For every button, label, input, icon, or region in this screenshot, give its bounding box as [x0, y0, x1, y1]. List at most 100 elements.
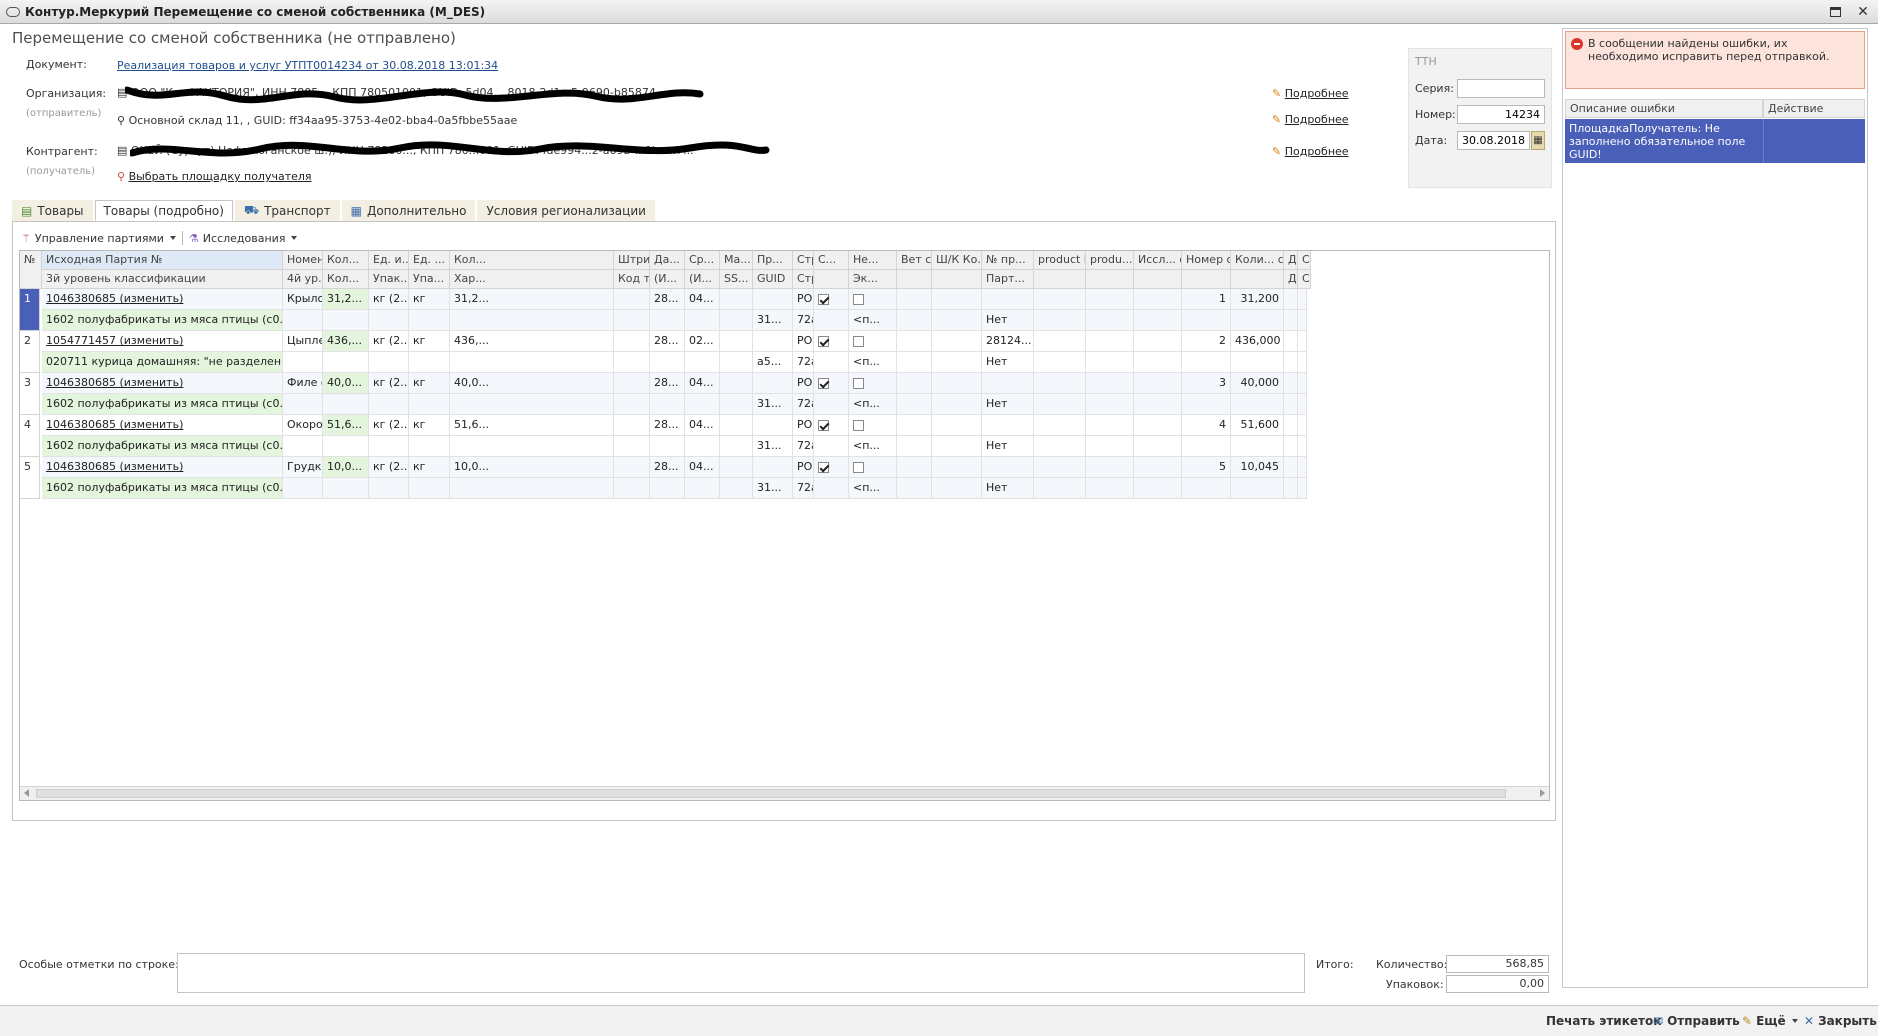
scroll-left-icon[interactable] [24, 789, 29, 797]
grid-row-number[interactable]: 4 [20, 415, 40, 457]
grid-cell[interactable] [814, 436, 849, 457]
grid-cell[interactable] [932, 373, 982, 394]
checkbox-checked[interactable] [818, 461, 829, 473]
grid-cell[interactable] [409, 394, 450, 415]
grid-cell[interactable] [1182, 310, 1231, 331]
grid-subheader-9[interactable]: (И... [685, 270, 720, 289]
grid-cell[interactable]: 436,... [450, 331, 614, 352]
checkbox-checked[interactable] [818, 335, 829, 347]
grid-cell[interactable] [814, 310, 849, 331]
grid-cell[interactable]: 1602 полуфабрикаты из мяса птицы (c0... [42, 310, 283, 331]
grid-cell[interactable] [650, 478, 685, 499]
grid-cell[interactable]: <п... [849, 478, 897, 499]
grid-cell[interactable]: 436,000 [1231, 331, 1284, 352]
grid-cell[interactable] [720, 289, 753, 310]
grid-header-2[interactable]: Номенклатура [283, 251, 323, 270]
checkbox-unchecked[interactable] [853, 377, 864, 389]
checkbox-checked[interactable] [818, 377, 829, 389]
checkbox-checked[interactable] [818, 293, 829, 305]
grid-cell[interactable] [1298, 352, 1307, 373]
org-more-link[interactable]: ✎ Подробнее [1272, 87, 1349, 100]
checkbox-checked[interactable] [818, 419, 829, 431]
grid-cell[interactable] [1134, 394, 1182, 415]
grid-cell[interactable]: кг [409, 289, 450, 310]
grid-cell[interactable] [1182, 352, 1231, 373]
grid-header-14[interactable]: Не... [849, 251, 897, 270]
grid-cell[interactable] [753, 331, 793, 352]
grid-cell[interactable]: 1602 полуфабрикаты из мяса птицы (c0... [42, 478, 283, 499]
grid-cell[interactable]: кг [409, 415, 450, 436]
grid-cell[interactable]: 020711 курица домашняя: "не разделен... [42, 352, 283, 373]
grid-subheader-2[interactable]: 4й ур. (GUID) [283, 270, 323, 289]
grid-cell[interactable] [685, 436, 720, 457]
grid-cell[interactable] [1231, 352, 1284, 373]
grid-cell[interactable]: 72а... [793, 478, 814, 499]
grid-cell[interactable] [1086, 478, 1134, 499]
grid-cell[interactable]: Нет [982, 478, 1034, 499]
grid-cell[interactable]: кг (2... [369, 415, 409, 436]
grid-cell[interactable] [932, 289, 982, 310]
grid-cell[interactable] [650, 436, 685, 457]
grid-cell[interactable] [1034, 457, 1086, 478]
grid-subheader-18[interactable] [1034, 270, 1086, 289]
batch-link[interactable]: 1054771457 (изменить) [46, 334, 183, 347]
grid-cell[interactable] [369, 478, 409, 499]
grid-header-16[interactable]: Ш/К Ко... [932, 251, 982, 270]
batch-link[interactable]: 1046380685 (изменить) [46, 418, 183, 431]
grid-cell[interactable] [982, 373, 1034, 394]
grid-cell[interactable] [1086, 373, 1134, 394]
grid-cell[interactable]: 10,0... [450, 457, 614, 478]
grid-cell[interactable] [283, 478, 323, 499]
site-more-link[interactable]: ✎ Подробнее [1272, 113, 1349, 126]
grid-header-22[interactable]: Коли... строк... [1231, 251, 1284, 270]
grid-cell[interactable]: РО... [793, 289, 814, 310]
counterparty-more-link[interactable]: ✎ Подробнее [1272, 145, 1349, 158]
grid-cell[interactable]: Нет [982, 436, 1034, 457]
grid-cell[interactable]: 31,2... [323, 289, 369, 310]
grid-cell[interactable]: 1046380685 (изменить) [42, 415, 283, 436]
grid-cell[interactable]: 02... [685, 331, 720, 352]
grid-cell[interactable] [1134, 415, 1182, 436]
grid-subheader-1[interactable]: 3й уровень классификации [42, 270, 283, 289]
grid-cell[interactable]: 28... [650, 289, 685, 310]
grid-cell[interactable] [685, 394, 720, 415]
grid-cell[interactable] [897, 331, 932, 352]
grid-header-19[interactable]: produ... Item ... [1086, 251, 1134, 270]
grid-cell[interactable]: 31,2... [450, 289, 614, 310]
grid-header-20[interactable]: Иссл... осно... [1134, 251, 1182, 270]
grid-cell[interactable] [1086, 310, 1134, 331]
grid-cell[interactable] [1134, 478, 1182, 499]
close-button[interactable]: ✕ Закрыть [1804, 1014, 1877, 1028]
grid-cell[interactable] [720, 310, 753, 331]
grid-cell[interactable] [283, 310, 323, 331]
checkbox-unchecked[interactable] [853, 335, 864, 347]
grid-header-18[interactable]: product Item ... [1034, 251, 1086, 270]
grid-cell[interactable] [1034, 352, 1086, 373]
grid-subheader-8[interactable]: (И... [650, 270, 685, 289]
grid-cell[interactable] [1034, 478, 1086, 499]
error-row[interactable]: ПлощадкаПолучатель: Не заполнено обязате… [1565, 119, 1865, 163]
grid-subheader-14[interactable]: Эк... [849, 270, 897, 289]
grid-cell[interactable] [932, 331, 982, 352]
grid-cell[interactable] [685, 310, 720, 331]
grid-cell[interactable] [849, 415, 897, 436]
grid-cell[interactable] [1182, 478, 1231, 499]
grid-cell[interactable]: 72а... [793, 310, 814, 331]
grid-cell[interactable] [1298, 478, 1307, 499]
grid-row-number[interactable]: 5 [20, 457, 40, 499]
grid-cell[interactable]: <п... [849, 394, 897, 415]
grid-cell[interactable]: 1 [1182, 289, 1231, 310]
grid-cell[interactable]: 04... [685, 457, 720, 478]
grid-cell[interactable] [932, 415, 982, 436]
grid-cell[interactable]: кг (2... [369, 373, 409, 394]
grid-cell[interactable] [650, 310, 685, 331]
grid-cell[interactable] [614, 415, 650, 436]
grid-cell[interactable] [1231, 310, 1284, 331]
grid-cell[interactable] [450, 310, 614, 331]
grid-cell[interactable] [753, 415, 793, 436]
grid-cell[interactable] [650, 394, 685, 415]
grid-cell[interactable]: РО... [793, 373, 814, 394]
more-button[interactable]: ✎ Ещё [1742, 1014, 1798, 1028]
grid-cell[interactable] [753, 457, 793, 478]
grid-cell[interactable] [1231, 436, 1284, 457]
